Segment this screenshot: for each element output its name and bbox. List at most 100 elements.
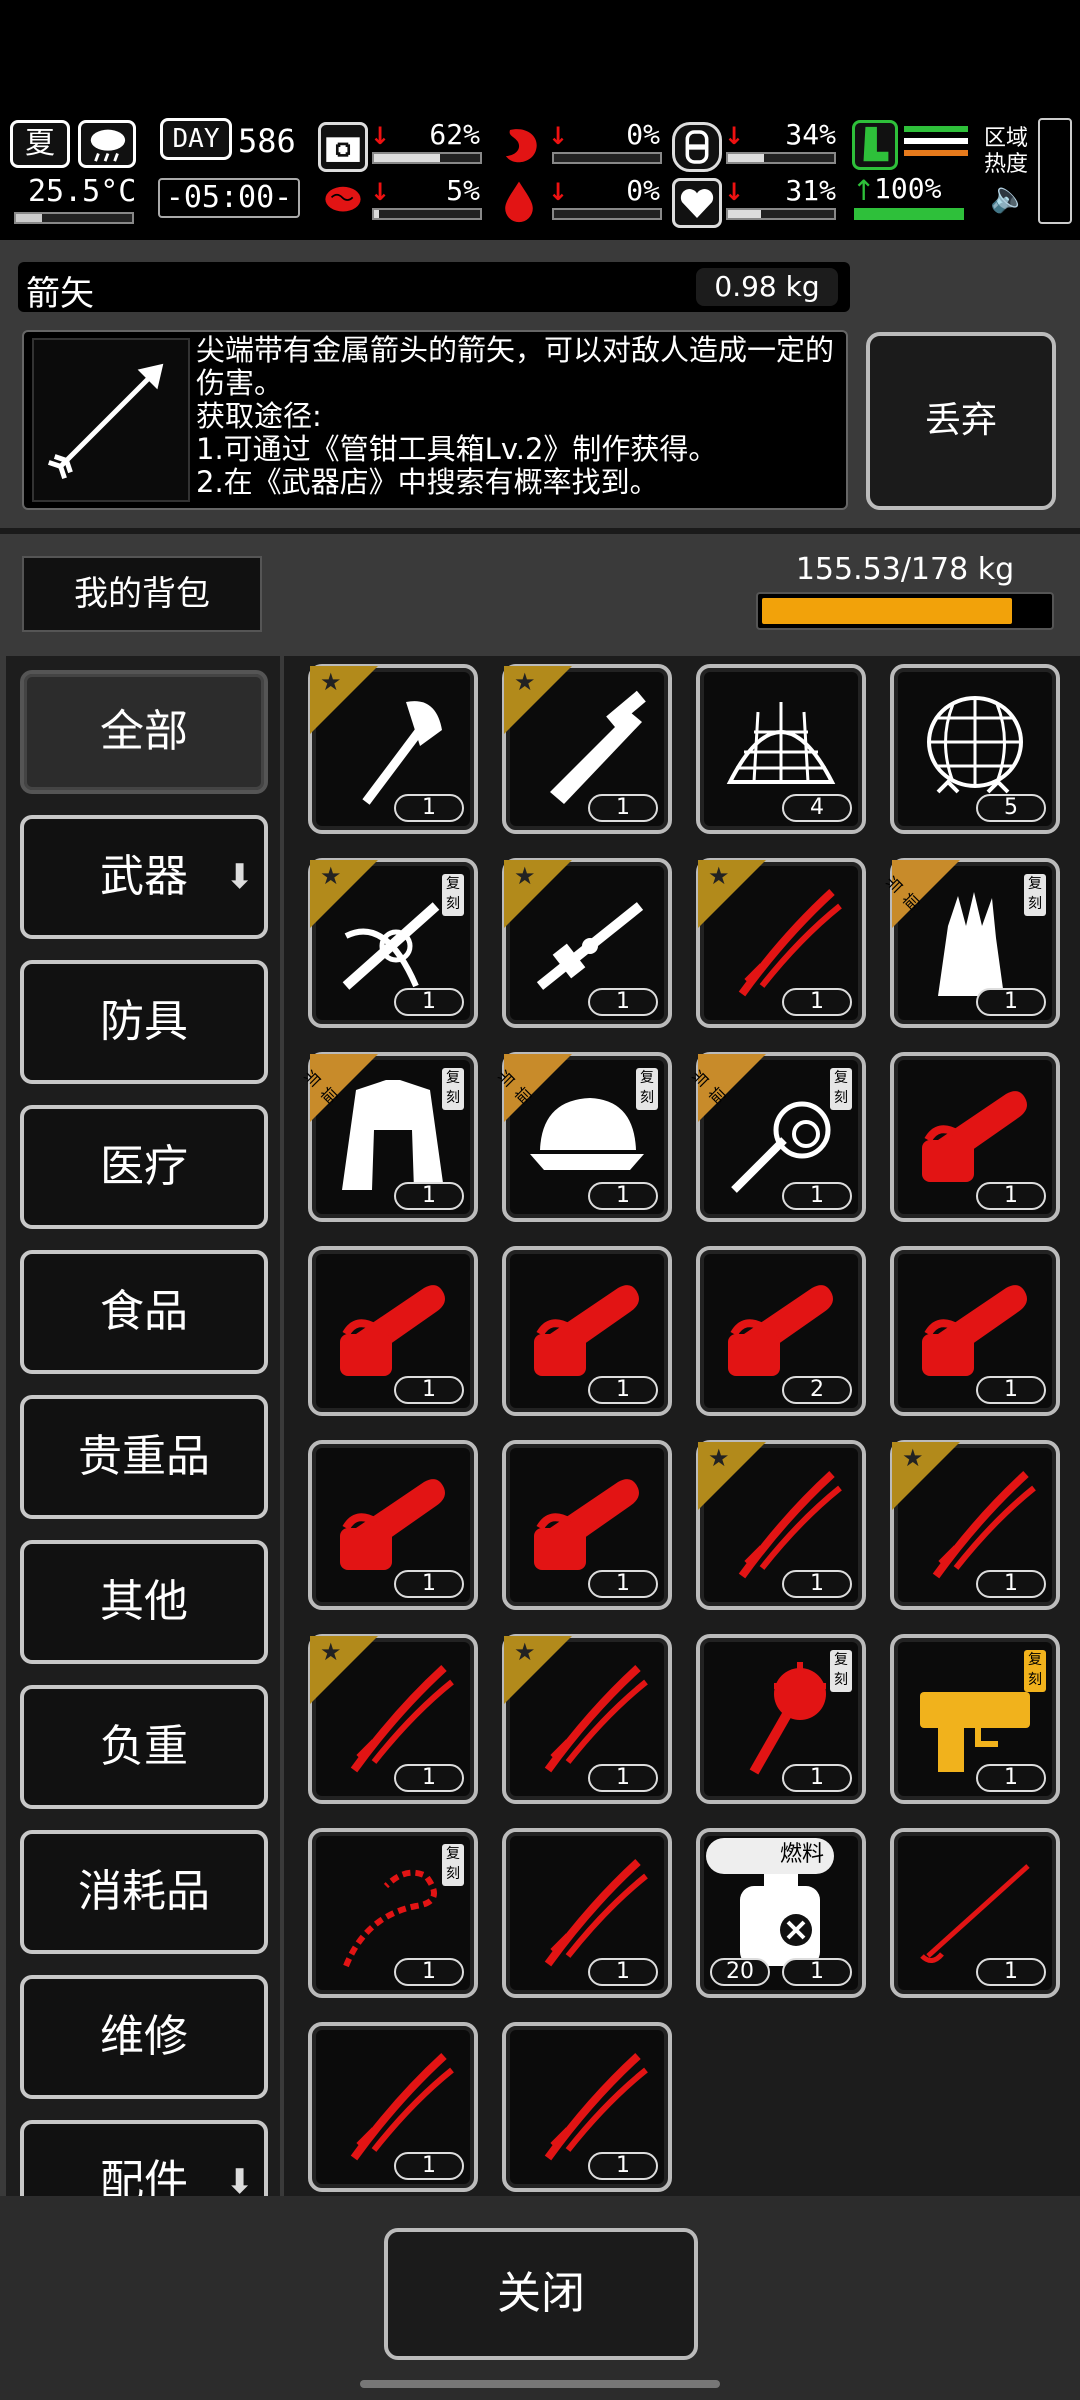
inventory-slot[interactable]: 1 bbox=[308, 1246, 478, 1416]
replica-badge: 复刻 bbox=[442, 1844, 464, 1886]
water-bottle-icon bbox=[672, 122, 722, 172]
inventory-slot[interactable]: 5 bbox=[890, 664, 1060, 834]
inventory-slot[interactable]: 1 bbox=[502, 858, 672, 1028]
down-arrow-icon: ⬇ bbox=[225, 2162, 255, 2196]
home-indicator[interactable] bbox=[360, 2380, 720, 2388]
tab-label: 贵重品 bbox=[78, 1431, 210, 1482]
tab-6[interactable]: 其他 bbox=[20, 1540, 268, 1664]
inventory-slot[interactable]: 复刻 1 bbox=[696, 1052, 866, 1222]
item-weight: 0.98 kg bbox=[696, 268, 838, 306]
item-count: 1 bbox=[976, 1958, 1046, 1986]
hunger-percent: 0% bbox=[626, 118, 660, 151]
stamina-stripes bbox=[904, 126, 968, 162]
inventory-slot[interactable]: 复刻 1 bbox=[502, 1052, 672, 1222]
tab-2[interactable]: 防具 bbox=[20, 960, 268, 1084]
description-line: 2.在《武器店》中搜索有概率找到。 bbox=[196, 465, 659, 499]
inventory-slot[interactable]: 1 bbox=[308, 2022, 478, 2192]
tab-5[interactable]: 贵重品 bbox=[20, 1395, 268, 1519]
tab-9[interactable]: 维修 bbox=[20, 1975, 268, 2099]
star-badge bbox=[504, 1636, 572, 1704]
tab-10[interactable]: 配件 ⬇ bbox=[20, 2120, 268, 2196]
stomach-icon bbox=[496, 122, 546, 172]
inventory-slot[interactable]: 复刻 1 bbox=[308, 858, 478, 1028]
clock-readout: -05:00- bbox=[158, 178, 300, 218]
season-badge: 夏 bbox=[10, 120, 70, 168]
star-badge bbox=[310, 1636, 378, 1704]
replica-badge: 复刻 bbox=[442, 1068, 464, 1110]
item-count: 1 bbox=[394, 1764, 464, 1792]
star-badge bbox=[504, 860, 572, 928]
inventory-slot[interactable]: 复刻 1 bbox=[696, 1634, 866, 1804]
inventory-slot[interactable]: 复刻 1 bbox=[308, 1052, 478, 1222]
inventory-slot[interactable]: 1 bbox=[502, 2022, 672, 2192]
divider bbox=[0, 528, 1080, 534]
inventory-slot[interactable]: 1 bbox=[696, 858, 866, 1028]
replica-badge: 复刻 bbox=[442, 874, 464, 916]
bleeding-bar bbox=[552, 208, 662, 220]
tab-3[interactable]: 医疗 bbox=[20, 1105, 268, 1229]
star-badge bbox=[310, 860, 378, 928]
inventory-slot[interactable]: 1 bbox=[308, 664, 478, 834]
replica-badge: 复刻 bbox=[636, 1068, 658, 1110]
tab-8[interactable]: 消耗品 bbox=[20, 1830, 268, 1954]
day-label: DAY bbox=[172, 124, 220, 154]
item-count: 1 bbox=[976, 1376, 1046, 1404]
item-count: 4 bbox=[782, 794, 852, 822]
inventory-slot[interactable]: 复刻 1 bbox=[890, 1634, 1060, 1804]
inventory-slot[interactable]: 1 bbox=[890, 1828, 1060, 1998]
thirst-percent: 34% bbox=[785, 118, 836, 151]
temperature-bar bbox=[14, 212, 134, 224]
status-bar bbox=[0, 0, 1080, 112]
description-line: 尖端带有金属箭头的箭矢，可以对敌人造成一定的伤害。 bbox=[196, 333, 835, 400]
capacity-fill bbox=[762, 598, 1012, 624]
item-count: 1 bbox=[588, 1376, 658, 1404]
item-count: 1 bbox=[588, 2152, 658, 2180]
hunger-bar bbox=[552, 152, 662, 164]
inventory-slot[interactable]: 4 bbox=[696, 664, 866, 834]
star-badge bbox=[310, 666, 378, 734]
inventory-slot[interactable]: 1 bbox=[502, 1634, 672, 1804]
close-button[interactable]: 关闭 bbox=[384, 2228, 698, 2360]
inventory-slot[interactable]: 1 bbox=[502, 1246, 672, 1416]
backpack-capacity: 155.53/178 kg bbox=[795, 552, 1015, 587]
inventory-slot[interactable]: 1 bbox=[308, 1634, 478, 1804]
tab-7[interactable]: 负重 bbox=[20, 1685, 268, 1809]
category-tabs: 全部 武器 ⬇ 防具 医疗 食品 贵重品 其他 负重 消耗品 维修 配件 ⬇ bbox=[6, 656, 280, 2196]
item-count: 1 bbox=[588, 794, 658, 822]
item-thumbnail bbox=[32, 338, 190, 502]
current-badge bbox=[310, 1054, 378, 1122]
inventory-slot[interactable]: 1 bbox=[890, 1246, 1060, 1416]
inventory-slot[interactable]: 燃料 20 1 bbox=[696, 1828, 866, 1998]
inventory-slot[interactable]: 复刻 1 bbox=[308, 1828, 478, 1998]
item-name: 箭矢 bbox=[26, 274, 94, 314]
current-badge bbox=[698, 1054, 766, 1122]
tab-1[interactable]: 武器 ⬇ bbox=[20, 815, 268, 939]
day-badge: DAY bbox=[160, 118, 232, 160]
inventory-slot[interactable]: 2 bbox=[696, 1246, 866, 1416]
inventory-slot[interactable]: 1 bbox=[890, 1440, 1060, 1610]
item-description: 尖端带有金属箭头的箭矢，可以对敌人造成一定的伤害。 获取途径: 1.可通过《管钳… bbox=[196, 334, 840, 499]
tab-0[interactable]: 全部 bbox=[20, 670, 268, 794]
item-count: 1 bbox=[394, 1958, 464, 1986]
inventory-slot[interactable]: 1 bbox=[696, 1440, 866, 1610]
item-count: 1 bbox=[976, 1182, 1046, 1210]
inventory-slot[interactable]: 1 bbox=[502, 1440, 672, 1610]
tab-label: 武器 bbox=[100, 851, 188, 902]
inventory-slot[interactable]: 复刻 1 bbox=[890, 858, 1060, 1028]
capacity-bar bbox=[756, 592, 1054, 630]
speaker-icon[interactable]: 🔈 bbox=[990, 180, 1027, 215]
inventory-slot[interactable]: 1 bbox=[890, 1052, 1060, 1222]
item-count: 1 bbox=[588, 1182, 658, 1210]
discard-button[interactable]: 丢弃 bbox=[866, 332, 1056, 510]
durability-count: 20 bbox=[710, 1958, 770, 1986]
inventory-slot[interactable]: 1 bbox=[308, 1440, 478, 1610]
item-count: 1 bbox=[782, 1182, 852, 1210]
mood-bar bbox=[726, 208, 836, 220]
current-badge bbox=[892, 860, 960, 928]
zone-heat-meter bbox=[1038, 118, 1072, 224]
tab-4[interactable]: 食品 bbox=[20, 1250, 268, 1374]
inventory-slot[interactable]: 1 bbox=[502, 1828, 672, 1998]
inventory-slot[interactable]: 1 bbox=[502, 664, 672, 834]
replica-badge: 复刻 bbox=[1024, 1650, 1046, 1692]
day-number: 586 bbox=[238, 122, 296, 160]
